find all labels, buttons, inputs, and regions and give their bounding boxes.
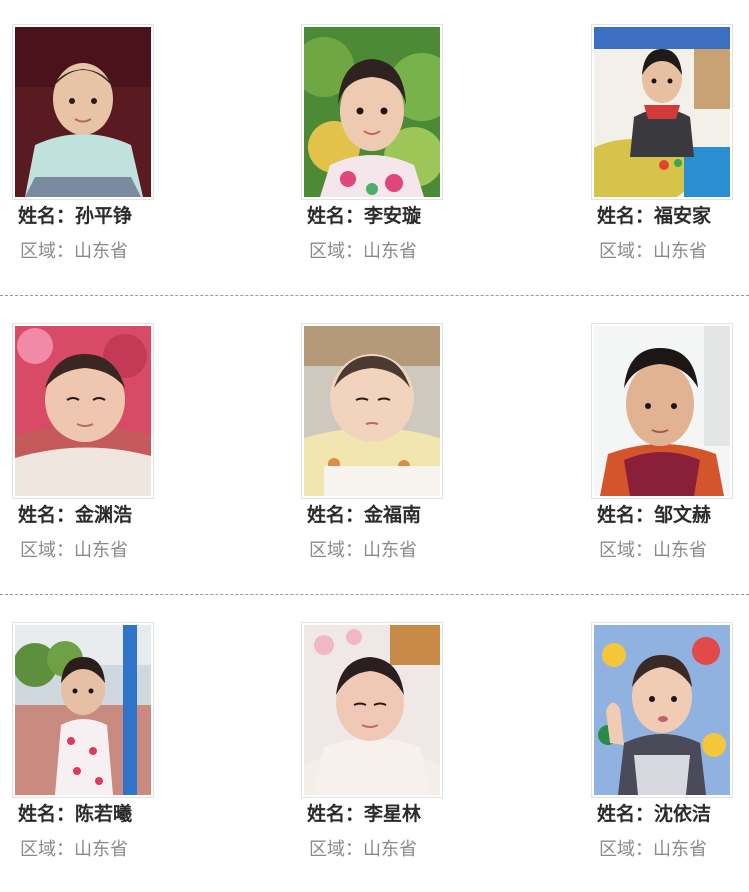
- region-label: 区域：: [309, 839, 363, 860]
- child-region-line: 区域：山东省: [309, 239, 417, 265]
- child-card[interactable]: 姓名：孙平铮 区域：山东省: [12, 24, 192, 274]
- region-label: 区域：: [599, 241, 653, 262]
- child-name-line: 姓名：陈若曦: [18, 801, 132, 827]
- child-name-line: 姓名：金渊浩: [18, 502, 132, 528]
- child-name-line: 姓名：孙平铮: [18, 203, 132, 229]
- child-name-line: 姓名：沈依洁: [597, 801, 711, 827]
- name-label: 姓名：: [18, 504, 76, 526]
- region-label: 区域：: [20, 540, 74, 561]
- child-card[interactable]: 姓名：李星林 区域：山东省: [301, 622, 481, 872]
- name-label: 姓名：: [18, 803, 76, 825]
- child-region: 山东省: [363, 839, 417, 860]
- child-photo-frame[interactable]: [301, 323, 443, 499]
- child-region: 山东省: [74, 241, 128, 262]
- child-region-line: 区域：山东省: [599, 837, 707, 863]
- child-region-line: 区域：山东省: [309, 837, 417, 863]
- child-photo[interactable]: [15, 27, 151, 197]
- child-region-line: 区域：山东省: [20, 538, 128, 564]
- name-label: 姓名：: [597, 504, 655, 526]
- name-label: 姓名：: [307, 803, 365, 825]
- child-name: 李安璇: [364, 205, 422, 227]
- child-card[interactable]: 姓名：金福南 区域：山东省: [301, 323, 481, 573]
- child-photo[interactable]: [594, 625, 730, 795]
- child-name: 孙平铮: [75, 205, 133, 227]
- region-label: 区域：: [20, 839, 74, 860]
- child-photo-frame[interactable]: [591, 24, 733, 200]
- child-photo[interactable]: [304, 27, 440, 197]
- child-name: 金渊浩: [75, 504, 133, 526]
- child-photo-frame[interactable]: [301, 24, 443, 200]
- child-region: 山东省: [363, 241, 417, 262]
- child-name: 陈若曦: [75, 803, 133, 825]
- region-label: 区域：: [309, 241, 363, 262]
- child-region: 山东省: [653, 241, 707, 262]
- child-name: 沈依洁: [654, 803, 712, 825]
- child-name-line: 姓名：邹文赫: [597, 502, 711, 528]
- child-photo-frame[interactable]: [12, 323, 154, 499]
- child-card[interactable]: 姓名：陈若曦 区域：山东省: [12, 622, 192, 872]
- child-photo-frame[interactable]: [591, 622, 733, 798]
- child-region-line: 区域：山东省: [20, 837, 128, 863]
- child-region: 山东省: [74, 540, 128, 561]
- child-card[interactable]: 姓名：沈依洁 区域：山东省: [591, 622, 749, 872]
- row-divider: [0, 295, 749, 296]
- name-label: 姓名：: [597, 205, 655, 227]
- child-region: 山东省: [74, 839, 128, 860]
- child-name-line: 姓名：李星林: [307, 801, 421, 827]
- child-name: 金福南: [364, 504, 422, 526]
- name-label: 姓名：: [18, 205, 76, 227]
- child-region-line: 区域：山东省: [20, 239, 128, 265]
- region-label: 区域：: [20, 241, 74, 262]
- child-photo[interactable]: [594, 27, 730, 197]
- child-photo-frame[interactable]: [12, 24, 154, 200]
- region-label: 区域：: [599, 540, 653, 561]
- child-photo[interactable]: [15, 326, 151, 496]
- child-name-line: 姓名：李安璇: [307, 203, 421, 229]
- child-card[interactable]: 姓名：福安家 区域：山东省: [591, 24, 749, 274]
- child-photo[interactable]: [15, 625, 151, 795]
- child-photo-frame[interactable]: [301, 622, 443, 798]
- child-photo[interactable]: [594, 326, 730, 496]
- name-label: 姓名：: [307, 504, 365, 526]
- child-region-line: 区域：山东省: [599, 538, 707, 564]
- card-row-2: 姓名：金渊浩 区域：山东省 姓名：金福南 区域：山东省 姓名：邹文赫 区域：山东…: [0, 323, 749, 593]
- child-name: 邹文赫: [654, 504, 712, 526]
- child-photo-frame[interactable]: [591, 323, 733, 499]
- child-name-line: 姓名：福安家: [597, 203, 711, 229]
- child-photo[interactable]: [304, 625, 440, 795]
- child-name: 李星林: [364, 803, 422, 825]
- child-card[interactable]: 姓名：邹文赫 区域：山东省: [591, 323, 749, 573]
- child-photo-frame[interactable]: [12, 622, 154, 798]
- region-label: 区域：: [309, 540, 363, 561]
- child-card[interactable]: 姓名：金渊浩 区域：山东省: [12, 323, 192, 573]
- name-label: 姓名：: [597, 803, 655, 825]
- child-card[interactable]: 姓名：李安璇 区域：山东省: [301, 24, 481, 274]
- card-row-3: 姓名：陈若曦 区域：山东省 姓名：李星林 区域：山东省 姓名：沈依洁 区域：山东…: [0, 622, 749, 892]
- child-region: 山东省: [653, 540, 707, 561]
- child-region-line: 区域：山东省: [309, 538, 417, 564]
- child-name: 福安家: [654, 205, 712, 227]
- child-photo[interactable]: [304, 326, 440, 496]
- row-divider: [0, 594, 749, 595]
- child-region: 山东省: [363, 540, 417, 561]
- name-label: 姓名：: [307, 205, 365, 227]
- child-name-line: 姓名：金福南: [307, 502, 421, 528]
- region-label: 区域：: [599, 839, 653, 860]
- child-region: 山东省: [653, 839, 707, 860]
- child-region-line: 区域：山东省: [599, 239, 707, 265]
- card-row-1: 姓名：孙平铮 区域：山东省 姓名：李安璇 区域：山东省 姓名：福安家 区域：山东…: [0, 24, 749, 294]
- child-card-grid: 姓名：孙平铮 区域：山东省 姓名：李安璇 区域：山东省 姓名：福安家 区域：山东…: [0, 0, 749, 888]
